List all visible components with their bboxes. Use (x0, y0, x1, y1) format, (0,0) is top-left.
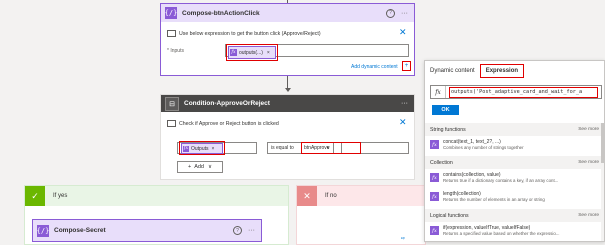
function-description: Returns a specified value based on wheth… (443, 231, 560, 236)
section-title: String functions (430, 126, 466, 133)
condition-action-title[interactable]: Condition-ApproveOrReject (184, 100, 401, 107)
compose-note-text: Use below expression to get the button c… (179, 30, 321, 37)
more-options-icon[interactable]: ··· (401, 10, 408, 17)
fx-icon: fx (431, 86, 446, 98)
function-item[interactable]: fx if(expression, valueIfTrue, valueIfFa… (430, 224, 600, 242)
fx-icon: fx (430, 192, 439, 201)
token-remove-icon[interactable]: × (267, 50, 270, 56)
operator-value: is equal to (271, 145, 294, 151)
if-no-branch: ✕ If no ᵉᵖ (296, 185, 426, 245)
fx-icon: fx (430, 173, 439, 182)
outputs-token-label: outputs(...) (239, 49, 263, 56)
add-row-label: Add (194, 164, 204, 170)
function-item[interactable]: fx concat(text_1, text_2?, ...) Combines… (430, 138, 600, 156)
right-value-highlight: btnApprove (301, 142, 361, 154)
cropped-link[interactable]: ᵉᵖ (401, 236, 405, 242)
function-description: Returns the number of elements in an arr… (443, 197, 545, 202)
compose-secret-header[interactable]: {/} Compose-Secret ? ··· (33, 220, 261, 241)
compose-action-header[interactable]: {/} Compose-btnActionClick ? ··· (161, 4, 414, 22)
add-dynamic-content-link[interactable]: Add dynamic content (351, 64, 398, 70)
left-token-highlight: fx Outputs × (179, 141, 225, 155)
plus-icon: + (187, 164, 192, 170)
compose-braces-icon: {/} (36, 224, 50, 237)
help-icon[interactable]: ? (233, 226, 242, 235)
section-collection: Collection See more (425, 156, 604, 169)
ok-button[interactable]: OK (432, 105, 459, 115)
fx-icon: fx (430, 226, 439, 235)
add-row-button[interactable]: + Add ∨ (177, 161, 223, 173)
if-yes-header[interactable]: ✓ If yes (25, 186, 288, 206)
inputs-label: * Inputs (167, 48, 184, 54)
flow-arrow-mid (284, 88, 291, 92)
dynamic-content-plus-highlight[interactable]: + (402, 61, 411, 71)
see-more-link[interactable]: See more (578, 213, 599, 218)
outputs-token[interactable]: fx Outputs × (181, 143, 223, 154)
panel-scrollbar-thumb[interactable] (601, 123, 604, 163)
compose-note: Use below expression to get the button c… (167, 30, 407, 37)
more-options-icon[interactable]: ··· (401, 100, 408, 107)
token-remove-icon[interactable]: × (212, 146, 215, 152)
section-logical-functions: Logical functions See more (425, 209, 604, 222)
outputs-token-label: Outputs (191, 145, 209, 152)
fx-icon: fx (183, 145, 189, 152)
fx-icon: fx (430, 140, 439, 149)
section-string-functions: String functions See more (425, 123, 604, 136)
checkmark-icon: ✓ (25, 186, 45, 206)
condition-note: Check if Approve or Reject button is cli… (167, 120, 397, 127)
function-description: Combines any number of strings together (443, 145, 524, 150)
comment-icon (167, 30, 176, 37)
compose-braces-icon: {/} (164, 7, 178, 19)
function-description: Returns true if a dictionary contains a … (443, 178, 559, 183)
section-title: Logical functions (430, 212, 469, 219)
close-icon[interactable]: ✕ (399, 117, 407, 128)
condition-action-card[interactable]: ⊟ Condition-ApproveOrReject ··· Check if… (160, 94, 415, 180)
chevron-down-icon: ∨ (207, 164, 213, 170)
close-icon: ✕ (297, 186, 317, 206)
expression-input[interactable]: outputs('Post_adaptive_card_and_wait_for… (449, 86, 598, 98)
close-icon[interactable]: ✕ (399, 27, 407, 38)
function-item[interactable]: fx contains(collection, value) Returns t… (430, 171, 600, 189)
token-highlight: fx outputs(...) × (226, 44, 278, 61)
see-more-link[interactable]: See more (578, 160, 599, 165)
see-more-link[interactable]: See more (578, 127, 599, 132)
panel-tabs: Dynamic content Expression (425, 61, 604, 81)
compose-action-title[interactable]: Compose-btnActionClick (182, 10, 386, 17)
expression-input-box[interactable]: fx outputs('Post_adaptive_card_and_wait_… (430, 85, 602, 99)
condition-icon: ⊟ (165, 96, 179, 111)
help-icon[interactable]: ? (386, 8, 395, 18)
flow-connector-mid (287, 76, 288, 88)
outputs-token[interactable]: fx outputs(...) × (228, 46, 276, 59)
condition-action-header[interactable]: ⊟ Condition-ApproveOrReject ··· (161, 95, 414, 112)
condition-note-text: Check if Approve or Reject button is cli… (179, 120, 279, 127)
tab-expression[interactable]: Expression (479, 64, 525, 78)
expression-panel: Dynamic content Expression fx outputs('P… (424, 60, 605, 242)
section-title: Collection (430, 159, 453, 166)
compose-action-card[interactable]: {/} Compose-btnActionClick ? ··· Use bel… (160, 3, 415, 76)
tab-dynamic-content[interactable]: Dynamic content (425, 65, 480, 77)
panel-scrollbar[interactable] (601, 123, 604, 241)
comment-icon (167, 120, 176, 127)
compose-secret-card[interactable]: {/} Compose-Secret ? ··· (32, 219, 262, 242)
if-yes-label: If yes (53, 193, 68, 199)
compose-secret-title[interactable]: Compose-Secret (54, 227, 233, 234)
if-no-label: If no (325, 193, 337, 199)
fx-icon: fx (230, 49, 237, 56)
if-no-header[interactable]: ✕ If no (297, 186, 425, 206)
more-options-icon[interactable]: ··· (248, 227, 255, 234)
function-item[interactable]: fx length(collection) Returns the number… (430, 190, 600, 208)
